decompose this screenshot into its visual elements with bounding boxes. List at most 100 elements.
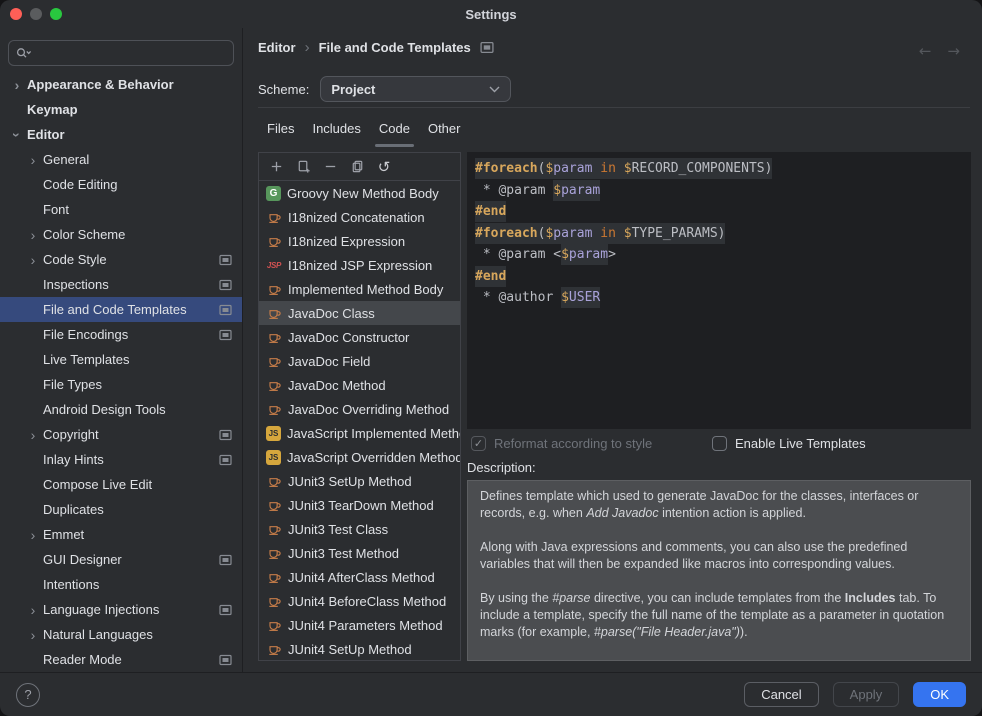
code-segment: * @param [475, 183, 553, 198]
breadcrumb-editor[interactable]: Editor [258, 40, 296, 55]
zoom-button[interactable] [50, 8, 62, 20]
template-item-i18nized-expression[interactable]: I18nized Expression [259, 229, 460, 253]
template-item-junit3-setup-method[interactable]: JUnit3 SetUp Method [259, 469, 460, 493]
sidebar-item-color-scheme[interactable]: ›Color Scheme [0, 222, 242, 247]
sidebar-item-editor[interactable]: ›Editor [0, 122, 242, 147]
template-item-javadoc-method[interactable]: JavaDoc Method [259, 373, 460, 397]
add-template-button[interactable] [268, 159, 284, 175]
cancel-button[interactable]: Cancel [744, 682, 818, 707]
sidebar-item-copyright[interactable]: ›Copyright [0, 422, 242, 447]
sidebar-item-inspections[interactable]: Inspections [0, 272, 242, 297]
sidebar-item-file-and-code-templates[interactable]: File and Code Templates [0, 297, 242, 322]
template-item-label: JavaDoc Method [288, 378, 386, 393]
sidebar-item-file-encodings[interactable]: File Encodings [0, 322, 242, 347]
sidebar-item-live-templates[interactable]: Live Templates [0, 347, 242, 372]
template-item-label: JUnit3 TearDown Method [288, 498, 434, 513]
template-item-i18nized-concatenation[interactable]: I18nized Concatenation [259, 205, 460, 229]
template-item-javascript-overridden-method[interactable]: JSJavaScript Overridden Method [259, 445, 460, 469]
overridden-settings-icon [219, 554, 232, 566]
template-item-junit4-setup-method[interactable]: JUnit4 SetUp Method [259, 637, 460, 660]
template-item-implemented-method-body[interactable]: Implemented Method Body [259, 277, 460, 301]
live-templates-checkbox[interactable] [712, 436, 727, 451]
template-item-i18nized-jsp-expression[interactable]: JSPI18nized JSP Expression [259, 253, 460, 277]
sidebar-item-code-editing[interactable]: Code Editing [0, 172, 242, 197]
template-item-label: JUnit3 Test Class [288, 522, 388, 537]
ok-button[interactable]: OK [913, 682, 966, 707]
sidebar-item-inlay-hints[interactable]: Inlay Hints [0, 447, 242, 472]
java-icon [266, 281, 282, 297]
forward-arrow-icon[interactable]: → [947, 42, 960, 60]
sidebar-item-reader-mode[interactable]: Reader Mode [0, 647, 242, 672]
code-segment: param [569, 244, 608, 265]
chevron-right-icon[interactable]: › [26, 253, 40, 267]
close-button[interactable] [10, 8, 22, 20]
search-input[interactable] [36, 45, 227, 62]
help-button[interactable]: ? [16, 683, 40, 707]
reset-template-icon[interactable]: ↺ [376, 159, 392, 175]
template-item-javadoc-field[interactable]: JavaDoc Field [259, 349, 460, 373]
groovy-icon: G [266, 186, 281, 201]
tab-files[interactable]: Files [258, 116, 303, 141]
template-item-junit3-teardown-method[interactable]: JUnit3 TearDown Method [259, 493, 460, 517]
java-icon [266, 209, 282, 225]
minimize-button[interactable] [30, 8, 42, 20]
template-item-junit4-parameters-method[interactable]: JUnit4 Parameters Method [259, 613, 460, 637]
sidebar-item-keymap[interactable]: Keymap [0, 97, 242, 122]
sidebar-item-label: Keymap [27, 102, 78, 117]
sidebar-item-compose-live-edit[interactable]: Compose Live Edit [0, 472, 242, 497]
sidebar-item-duplicates[interactable]: Duplicates [0, 497, 242, 522]
template-item-label: JUnit4 SetUp Method [288, 642, 412, 657]
sidebar-item-gui-designer[interactable]: GUI Designer [0, 547, 242, 572]
scheme-label: Scheme: [258, 82, 309, 97]
template-item-junit3-test-class[interactable]: JUnit3 Test Class [259, 517, 460, 541]
sidebar-item-file-types[interactable]: File Types [0, 372, 242, 397]
tab-other[interactable]: Other [419, 116, 470, 141]
chevron-right-icon[interactable]: › [26, 228, 40, 242]
template-item-javadoc-class[interactable]: JavaDoc Class [259, 301, 460, 325]
tab-code[interactable]: Code [370, 116, 419, 141]
tab-includes[interactable]: Includes [303, 116, 369, 141]
template-item-javadoc-constructor[interactable]: JavaDoc Constructor [259, 325, 460, 349]
sidebar-item-general[interactable]: ›General [0, 147, 242, 172]
chevron-right-icon[interactable]: › [26, 603, 40, 617]
template-item-javascript-implemented-method[interactable]: JSJavaScript Implemented Method [259, 421, 460, 445]
chevron-right-icon[interactable]: › [10, 78, 24, 92]
sidebar-item-natural-languages[interactable]: ›Natural Languages [0, 622, 242, 647]
chevron-down-icon[interactable]: › [10, 128, 24, 142]
apply-button[interactable]: Apply [833, 682, 900, 707]
java-icon [266, 617, 282, 633]
sidebar-item-emmet[interactable]: ›Emmet [0, 522, 242, 547]
sidebar-item-appearance-behavior[interactable]: ›Appearance & Behavior [0, 72, 242, 97]
create-child-template-button[interactable] [295, 159, 311, 175]
back-arrow-icon[interactable]: ← [919, 42, 932, 60]
search-box[interactable] [8, 40, 234, 66]
template-item-groovy-new-method-body[interactable]: GGroovy New Method Body [259, 181, 460, 205]
template-item-junit4-afterclass-method[interactable]: JUnit4 AfterClass Method [259, 565, 460, 589]
reformat-label: Reformat according to style [494, 436, 652, 451]
description-text: directive, you can include templates fro… [591, 591, 845, 605]
template-item-label: Implemented Method Body [288, 282, 443, 297]
reformat-checkbox[interactable]: ✓ [471, 436, 486, 451]
java-icon [266, 377, 282, 393]
code-segment: $ [553, 180, 561, 201]
sidebar-item-android-design-tools[interactable]: Android Design Tools [0, 397, 242, 422]
scheme-dropdown[interactable]: Project [320, 76, 511, 102]
template-editor[interactable]: #foreach($param in $RECORD_COMPONENTS) *… [467, 152, 971, 429]
sidebar-item-code-style[interactable]: ›Code Style [0, 247, 242, 272]
remove-template-button[interactable] [322, 159, 338, 175]
template-item-javadoc-overriding-method[interactable]: JavaDoc Overriding Method [259, 397, 460, 421]
chevron-right-icon[interactable]: › [26, 628, 40, 642]
sidebar-item-intentions[interactable]: Intentions [0, 572, 242, 597]
code-segment: #foreach [475, 223, 538, 244]
template-item-junit4-beforeclass-method[interactable]: JUnit4 BeforeClass Method [259, 589, 460, 613]
description-panel[interactable]: Defines template which used to generate … [467, 480, 971, 661]
chevron-right-icon[interactable]: › [26, 153, 40, 167]
copy-template-button[interactable] [349, 159, 365, 175]
chevron-right-icon[interactable]: › [26, 428, 40, 442]
chevron-right-icon[interactable]: › [26, 528, 40, 542]
description-text: Add Javadoc [586, 506, 658, 520]
template-item-junit3-test-method[interactable]: JUnit3 Test Method [259, 541, 460, 565]
code-segment: $ [624, 223, 632, 244]
sidebar-item-font[interactable]: Font [0, 197, 242, 222]
sidebar-item-language-injections[interactable]: ›Language Injections [0, 597, 242, 622]
